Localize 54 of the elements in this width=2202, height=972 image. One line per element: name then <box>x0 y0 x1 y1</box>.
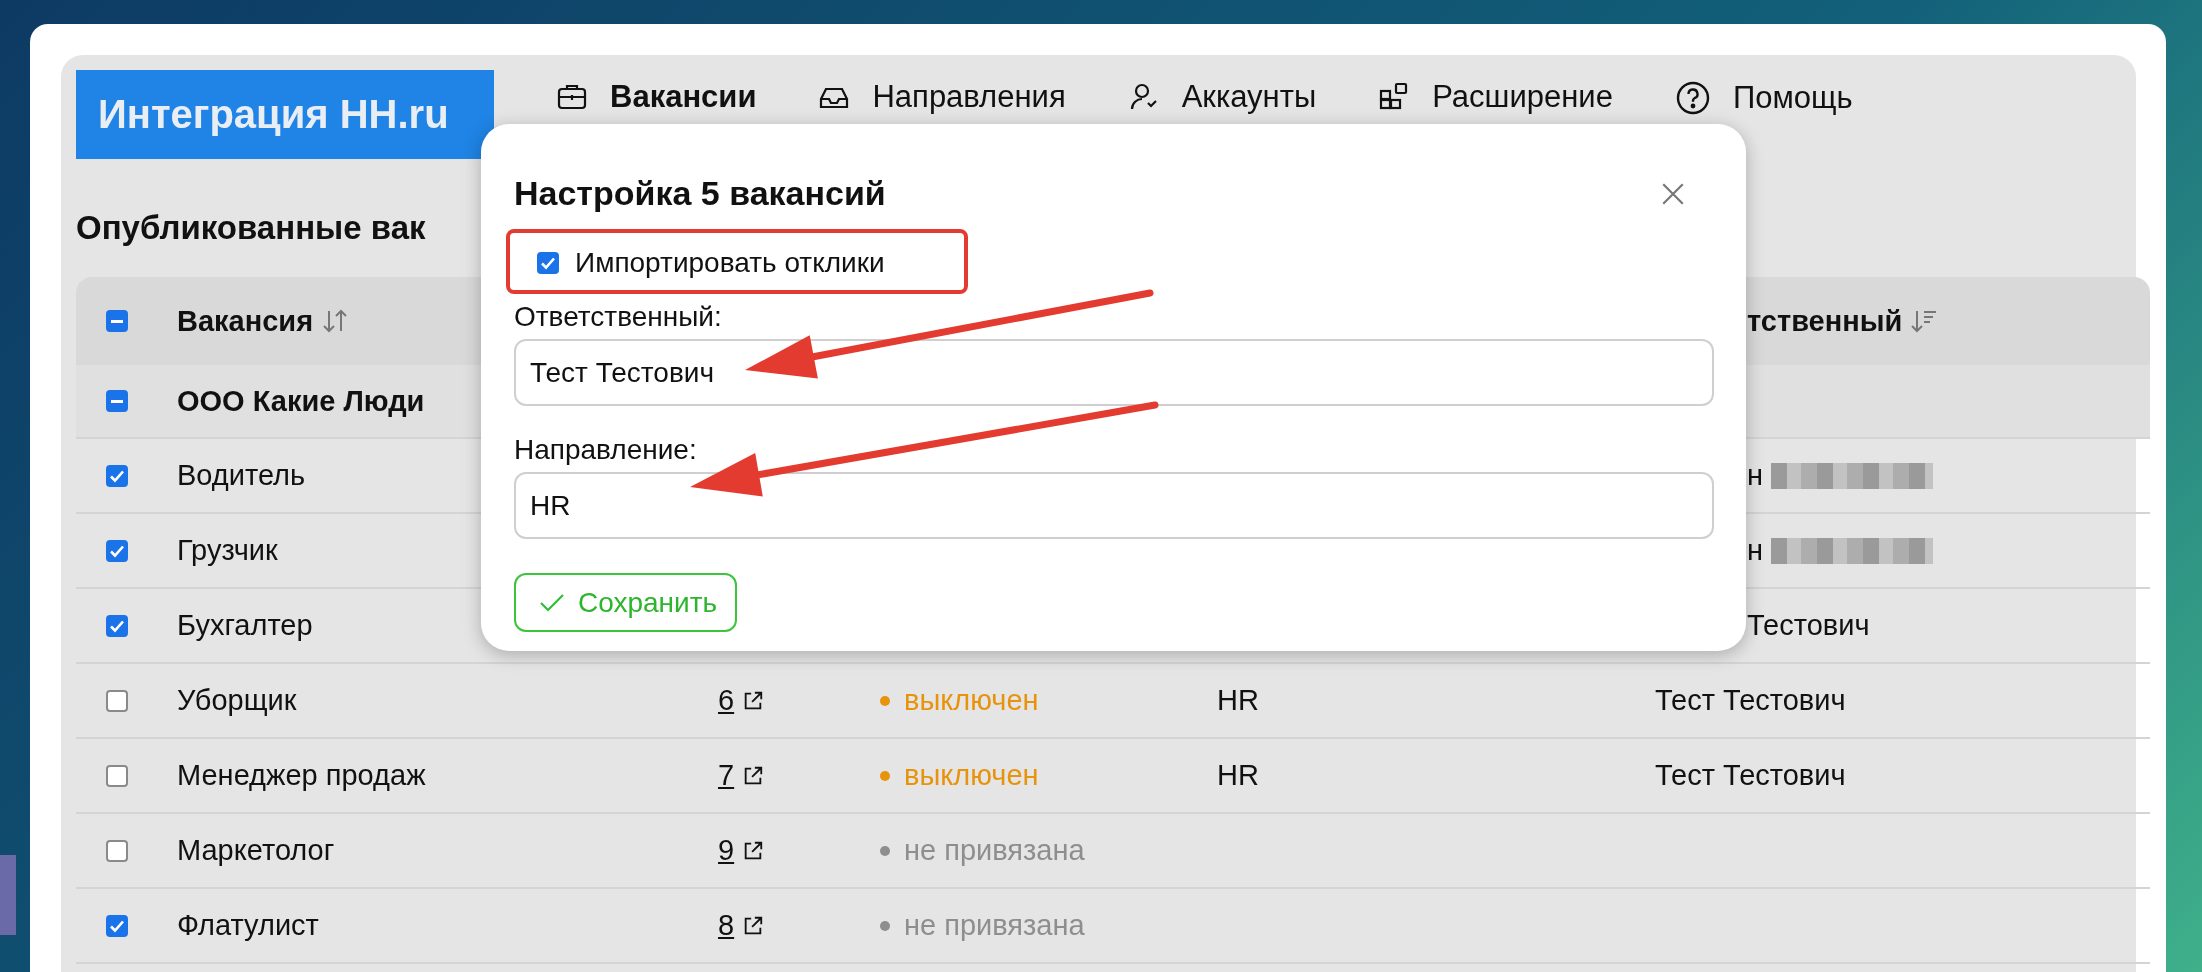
nav-item[interactable]: Направления <box>818 80 1066 114</box>
nav-item[interactable]: Помощь <box>1674 80 1853 116</box>
vacancy-link[interactable]: 7 <box>718 759 735 792</box>
field-label: Ответственный: <box>514 301 723 333</box>
dialog-title: Настройка 5 вакансий <box>514 174 886 213</box>
nav-item[interactable]: Расширение <box>1378 80 1613 114</box>
row-checkbox[interactable] <box>106 914 128 937</box>
row-checkbox[interactable] <box>106 839 128 862</box>
external-link-icon[interactable] <box>742 839 765 862</box>
vacancy-title: Уборщик <box>177 684 297 717</box>
status-text: выключен <box>904 759 1039 792</box>
responsible-text: Тестович <box>1747 609 1870 642</box>
field-label: Направление: <box>514 434 698 466</box>
direction-text: HR <box>1217 684 1259 717</box>
status-text: не привязана <box>904 909 1085 942</box>
vacancy-link[interactable]: 6 <box>718 684 735 717</box>
vacancy-title: Грузчик <box>177 534 278 567</box>
external-link-icon[interactable] <box>742 764 765 787</box>
row-checkbox[interactable] <box>106 689 128 712</box>
vacancy-title: Флатулист <box>177 909 319 942</box>
external-link-icon[interactable] <box>742 914 765 937</box>
import-checkbox[interactable] <box>537 252 559 274</box>
nav-item[interactable]: Аккаунты <box>1127 80 1317 114</box>
status-text: не привязана <box>904 834 1085 867</box>
direction-field[interactable]: HR <box>514 472 1714 539</box>
group-checkbox[interactable] <box>106 390 128 412</box>
row-checkbox[interactable] <box>106 539 128 562</box>
responsible-field[interactable]: Тест Тестович <box>514 339 1714 406</box>
responsible-text: Тест Тестович <box>1655 759 1846 792</box>
vacancy-title: Бухгалтер <box>177 609 313 642</box>
responsible-text: н <box>1747 534 1763 567</box>
vacancy-link[interactable]: 8 <box>718 909 735 942</box>
column-header[interactable]: тственный <box>1747 304 1903 338</box>
minus-icon <box>111 399 123 403</box>
nav-item[interactable]: Вакансии <box>556 80 757 114</box>
minus-icon <box>111 319 123 323</box>
external-link-icon[interactable] <box>742 689 765 712</box>
vacancy-title: Водитель <box>177 459 306 492</box>
select-all-checkbox[interactable] <box>106 310 128 332</box>
row-checkbox[interactable] <box>106 464 128 487</box>
group-name: ООО Какие Люди <box>177 384 425 418</box>
column-header[interactable]: Вакансия <box>177 304 314 338</box>
vacancy-title: Маркетолог <box>177 834 335 867</box>
vacancy-link[interactable]: 9 <box>718 834 735 867</box>
page-heading: Опубликованные вак <box>76 209 427 247</box>
responsible-text: н <box>1747 459 1763 492</box>
checkbox-label: Импортировать отклики <box>575 247 885 279</box>
responsible-text: Тест Тестович <box>1655 684 1846 717</box>
status-text: выключен <box>904 684 1039 717</box>
direction-text: HR <box>1217 759 1259 792</box>
vacancy-title: Менеджер продаж <box>177 759 426 792</box>
row-checkbox[interactable] <box>106 614 128 637</box>
row-checkbox[interactable] <box>106 764 128 787</box>
help-icon <box>1674 80 1711 116</box>
